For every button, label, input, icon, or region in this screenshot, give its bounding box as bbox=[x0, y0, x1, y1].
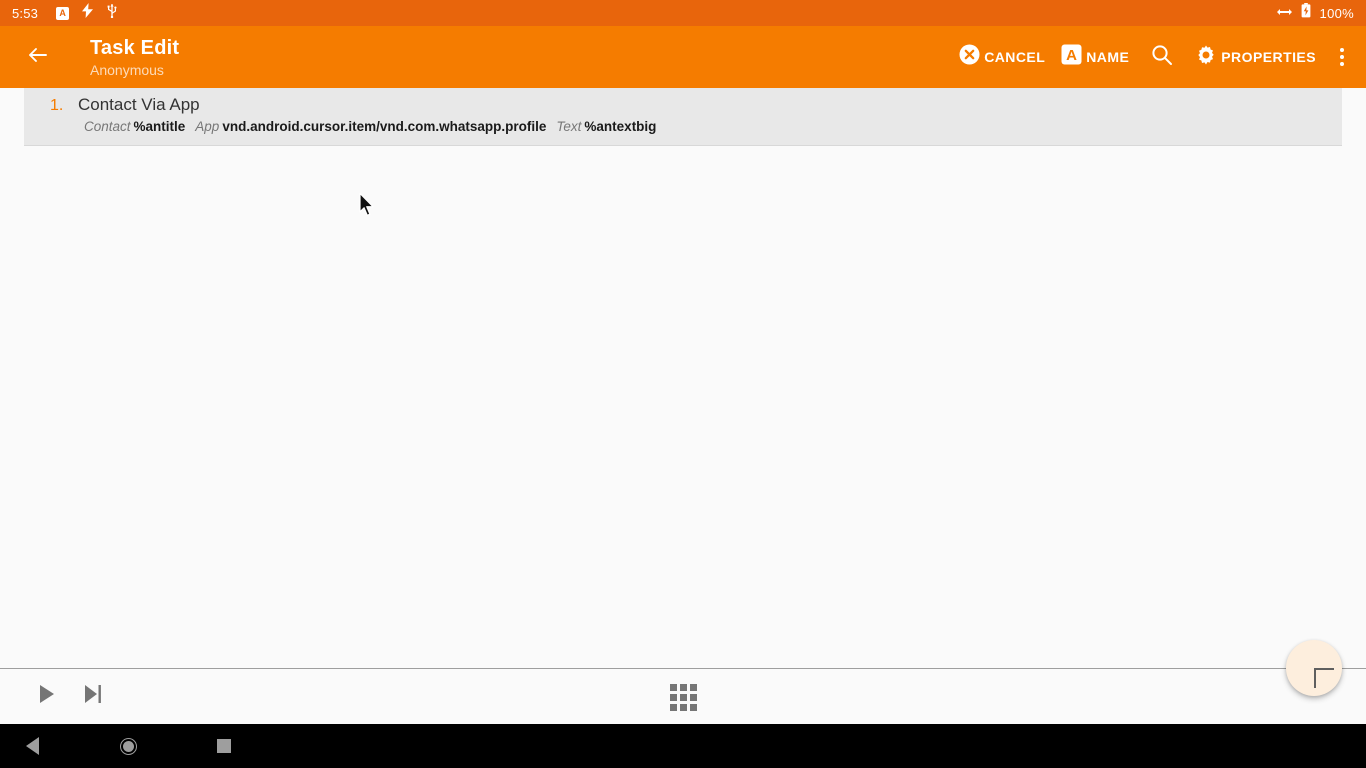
grid-apps-button[interactable] bbox=[660, 674, 706, 720]
cancel-label: CANCEL bbox=[984, 49, 1046, 65]
step-forward-button[interactable] bbox=[70, 674, 116, 720]
add-action-fab[interactable] bbox=[1286, 640, 1342, 696]
name-button[interactable]: A NAME bbox=[1053, 33, 1137, 81]
param-key-app: App bbox=[195, 119, 220, 134]
android-nav-bar bbox=[0, 724, 1366, 768]
param-value-contact: %antitle bbox=[133, 119, 186, 134]
battery-percent-label: 100% bbox=[1319, 5, 1354, 21]
step-forward-icon bbox=[83, 684, 103, 709]
lightning-bolt-icon bbox=[82, 3, 94, 23]
param-value-text: %antextbig bbox=[584, 119, 657, 134]
gear-icon bbox=[1195, 44, 1217, 71]
nav-back-triangle-icon bbox=[25, 737, 39, 755]
play-icon bbox=[37, 684, 57, 709]
play-button[interactable] bbox=[24, 674, 70, 720]
grid-apps-icon bbox=[669, 683, 697, 711]
nav-recents-button[interactable] bbox=[196, 724, 252, 768]
properties-button[interactable]: PROPERTIES bbox=[1187, 33, 1324, 81]
action-row-title: Contact Via App bbox=[78, 95, 200, 114]
title-block: Task Edit Anonymous bbox=[90, 36, 179, 79]
usb-icon bbox=[106, 3, 118, 23]
status-bar: 5:53 A 100% bbox=[0, 0, 1366, 26]
app-bar: Task Edit Anonymous CANCEL A NAME PROPER… bbox=[0, 26, 1366, 88]
param-key-text: Text bbox=[556, 119, 582, 134]
battery-icon bbox=[1301, 3, 1311, 23]
table-row[interactable]: 1. Contact Via App Contact %antitle App vnd… bbox=[24, 88, 1342, 146]
resize-arrows-icon bbox=[1276, 4, 1292, 22]
arrow-back-icon bbox=[26, 43, 50, 72]
action-list: 1. Contact Via App Contact %antitle App vnd… bbox=[0, 88, 1366, 668]
android-screen: 5:53 A 100% Task Edit Anonymous CANCEL A… bbox=[0, 0, 1366, 768]
cancel-button[interactable]: CANCEL bbox=[951, 33, 1053, 81]
search-icon bbox=[1151, 44, 1173, 71]
action-row-head: 1. Contact Via App bbox=[24, 95, 1342, 115]
properties-label: PROPERTIES bbox=[1221, 49, 1316, 65]
status-clock: 5:53 bbox=[12, 5, 39, 21]
nav-recents-square-icon bbox=[217, 739, 231, 753]
action-row-params: Contact %antitle App vnd.android.cursor.ite… bbox=[24, 119, 1342, 134]
a-badge-icon: A bbox=[56, 6, 70, 20]
letter-a-badge-icon: A bbox=[1061, 44, 1082, 70]
cancel-circle-icon bbox=[959, 44, 980, 70]
bottom-bar bbox=[0, 668, 1366, 724]
more-vertical-icon[interactable] bbox=[1324, 33, 1360, 81]
status-left-icons: A bbox=[56, 3, 118, 23]
app-bar-actions: CANCEL A NAME PROPERTIES bbox=[951, 26, 1366, 88]
page-title: Task Edit bbox=[90, 36, 180, 59]
name-label: NAME bbox=[1086, 49, 1130, 65]
param-key-contact: Contact bbox=[84, 119, 131, 134]
back-button[interactable] bbox=[10, 29, 66, 85]
svg-text:A: A bbox=[1066, 47, 1077, 64]
nav-home-circle-icon bbox=[119, 737, 137, 755]
nav-back-button[interactable] bbox=[4, 724, 60, 768]
search-button[interactable] bbox=[1137, 33, 1187, 81]
nav-home-button[interactable] bbox=[100, 724, 156, 768]
page-subtitle: Anonymous bbox=[90, 61, 164, 78]
action-row-number: 1. bbox=[50, 97, 64, 114]
param-value-app: vnd.android.cursor.item/vnd.com.whatsapp… bbox=[222, 119, 547, 134]
status-right-icons: 100% bbox=[1276, 3, 1354, 23]
